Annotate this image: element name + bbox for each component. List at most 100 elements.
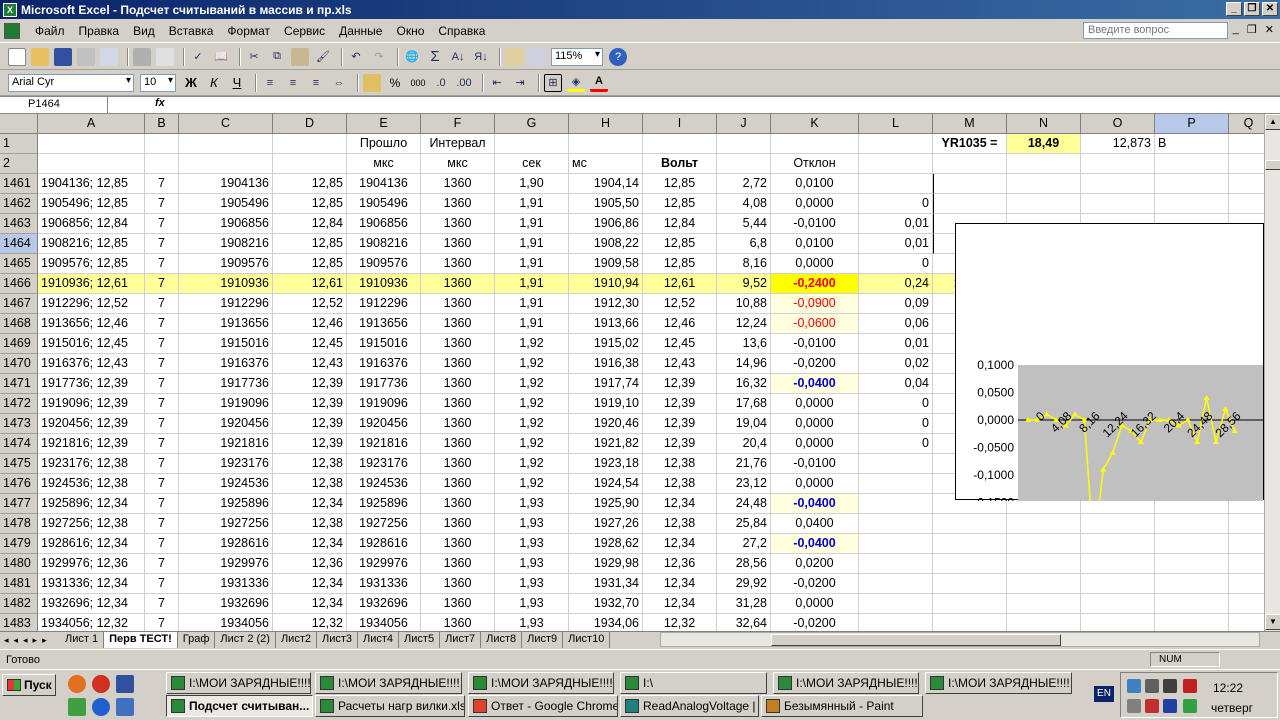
cell-n-1[interactable]: 18,49 xyxy=(1007,134,1081,154)
row-header[interactable]: 1471 xyxy=(0,374,38,394)
cell-i-1479[interactable]: 12,34 xyxy=(643,534,717,554)
cell-c-1464[interactable]: 1908216 xyxy=(179,234,273,254)
cell-g-1466[interactable]: 1,91 xyxy=(495,274,569,294)
cell-c-1476[interactable]: 1924536 xyxy=(179,474,273,494)
help-search-input[interactable]: Введите вопрос xyxy=(1083,22,1228,39)
cell-a-1465[interactable]: 1909576; 12,85 xyxy=(38,254,145,274)
menu-edit[interactable]: Правка xyxy=(72,24,127,38)
fill-color-icon[interactable]: ◈ xyxy=(567,74,585,92)
cell-k-1463[interactable]: -0,0100 xyxy=(771,214,859,234)
cell-i-1483[interactable]: 12,32 xyxy=(643,614,717,631)
row-header[interactable]: 2 xyxy=(0,154,38,174)
cell-h-1472[interactable]: 1919,10 xyxy=(569,394,643,414)
cell-g-1476[interactable]: 1,92 xyxy=(495,474,569,494)
cell-k-1482[interactable]: 0,0000 xyxy=(771,594,859,614)
row-header[interactable]: 1478 xyxy=(0,514,38,534)
sheet-tab[interactable]: Лист4 xyxy=(358,632,400,648)
calendar-icon[interactable] xyxy=(1163,679,1177,693)
cell-e-1472[interactable]: 1919096 xyxy=(347,394,421,414)
cell-f-1481[interactable]: 1360 xyxy=(421,574,495,594)
cell-h-1473[interactable]: 1920,46 xyxy=(569,414,643,434)
cell-i-1461[interactable]: 12,85 xyxy=(643,174,717,194)
cell-b-1477[interactable]: 7 xyxy=(145,494,179,514)
row-header[interactable]: 1483 xyxy=(0,614,38,631)
cell-o-1462[interactable] xyxy=(1081,194,1155,214)
cell-i-1468[interactable]: 12,46 xyxy=(643,314,717,334)
cell-e-1463[interactable]: 1906856 xyxy=(347,214,421,234)
cell-g-1482[interactable]: 1,93 xyxy=(495,594,569,614)
cell-g-1479[interactable]: 1,93 xyxy=(495,534,569,554)
firefox-icon[interactable] xyxy=(68,675,86,693)
cell-d-1471[interactable]: 12,39 xyxy=(273,374,347,394)
cell-j-1461[interactable]: 2,72 xyxy=(717,174,771,194)
cell-a-1479[interactable]: 1928616; 12,34 xyxy=(38,534,145,554)
sheet-tab[interactable]: Лист9 xyxy=(522,632,564,648)
cell-c-1473[interactable]: 1920456 xyxy=(179,414,273,434)
cell-l-1483[interactable] xyxy=(859,614,933,631)
cell-l-1475[interactable] xyxy=(859,454,933,474)
cell-m-1482[interactable] xyxy=(933,594,1007,614)
copy-icon[interactable]: ⧉ xyxy=(268,48,286,66)
cell-e-1478[interactable]: 1927256 xyxy=(347,514,421,534)
cell-f-1464[interactable]: 1360 xyxy=(421,234,495,254)
security-icon[interactable] xyxy=(1183,679,1197,693)
cell-j-2[interactable] xyxy=(717,154,771,174)
cell-m-1478[interactable] xyxy=(933,514,1007,534)
cell-f-1476[interactable]: 1360 xyxy=(421,474,495,494)
row-header[interactable]: 1472 xyxy=(0,394,38,414)
column-header-i[interactable]: I xyxy=(643,114,717,134)
cell-n-1481[interactable] xyxy=(1007,574,1081,594)
cell-l-1476[interactable] xyxy=(859,474,933,494)
cell-d-1462[interactable]: 12,85 xyxy=(273,194,347,214)
cell-n-1480[interactable] xyxy=(1007,554,1081,574)
cell-a-1470[interactable]: 1916376; 12,43 xyxy=(38,354,145,374)
cell-c-1465[interactable]: 1909576 xyxy=(179,254,273,274)
cell-h-1461[interactable]: 1904,14 xyxy=(569,174,643,194)
internet-explorer-icon[interactable] xyxy=(92,698,110,716)
horizontal-scrollbar[interactable] xyxy=(660,632,1260,647)
underline-button[interactable]: Ч xyxy=(228,74,246,92)
cell-g-1471[interactable]: 1,92 xyxy=(495,374,569,394)
cell-a-1462[interactable]: 1905496; 12,85 xyxy=(38,194,145,214)
cell-b-1[interactable] xyxy=(145,134,179,154)
zoom-select[interactable]: 115% xyxy=(551,47,603,66)
cell-a-1480[interactable]: 1929976; 12,36 xyxy=(38,554,145,574)
column-header-e[interactable]: E xyxy=(347,114,421,134)
column-header-g[interactable]: G xyxy=(495,114,569,134)
cell-a-1478[interactable]: 1927256; 12,38 xyxy=(38,514,145,534)
cell-i-1470[interactable]: 12,43 xyxy=(643,354,717,374)
cell-f-1471[interactable]: 1360 xyxy=(421,374,495,394)
row-header[interactable]: 1 xyxy=(0,134,38,154)
cell-o-1480[interactable] xyxy=(1081,554,1155,574)
cell-g-1461[interactable]: 1,90 xyxy=(495,174,569,194)
cell-l-1469[interactable]: 0,01 xyxy=(859,334,933,354)
cell-h-2[interactable]: мс xyxy=(569,154,643,174)
cell-h-1464[interactable]: 1908,22 xyxy=(569,234,643,254)
cell-g-1468[interactable]: 1,91 xyxy=(495,314,569,334)
row-header[interactable]: 1481 xyxy=(0,574,38,594)
cell-p-1[interactable]: B xyxy=(1155,134,1229,154)
cell-a-1468[interactable]: 1913656; 12,46 xyxy=(38,314,145,334)
cell-d-1465[interactable]: 12,85 xyxy=(273,254,347,274)
cell-b-1471[interactable]: 7 xyxy=(145,374,179,394)
cell-h-1463[interactable]: 1906,86 xyxy=(569,214,643,234)
cell-l-1471[interactable]: 0,04 xyxy=(859,374,933,394)
cell-h-1482[interactable]: 1932,70 xyxy=(569,594,643,614)
cell-b-1482[interactable]: 7 xyxy=(145,594,179,614)
currency-icon[interactable] xyxy=(363,73,381,92)
cell-i-1469[interactable]: 12,45 xyxy=(643,334,717,354)
taskbar-button[interactable]: ReadAnalogVoltage | ... xyxy=(620,695,759,717)
cell-a-1475[interactable]: 1923176; 12,38 xyxy=(38,454,145,474)
cell-a-2[interactable] xyxy=(38,154,145,174)
cell-f-1475[interactable]: 1360 xyxy=(421,454,495,474)
cell-b-1463[interactable]: 7 xyxy=(145,214,179,234)
column-header-q[interactable]: Q xyxy=(1229,114,1264,134)
cell-i-1476[interactable]: 12,38 xyxy=(643,474,717,494)
menu-tools[interactable]: Сервис xyxy=(277,24,332,38)
cell-j-1477[interactable]: 24,48 xyxy=(717,494,771,514)
cell-h-1479[interactable]: 1928,62 xyxy=(569,534,643,554)
cell-d-1480[interactable]: 12,36 xyxy=(273,554,347,574)
cell-h-1469[interactable]: 1915,02 xyxy=(569,334,643,354)
cell-h-1474[interactable]: 1921,82 xyxy=(569,434,643,454)
show-desktop-icon[interactable] xyxy=(116,698,134,716)
